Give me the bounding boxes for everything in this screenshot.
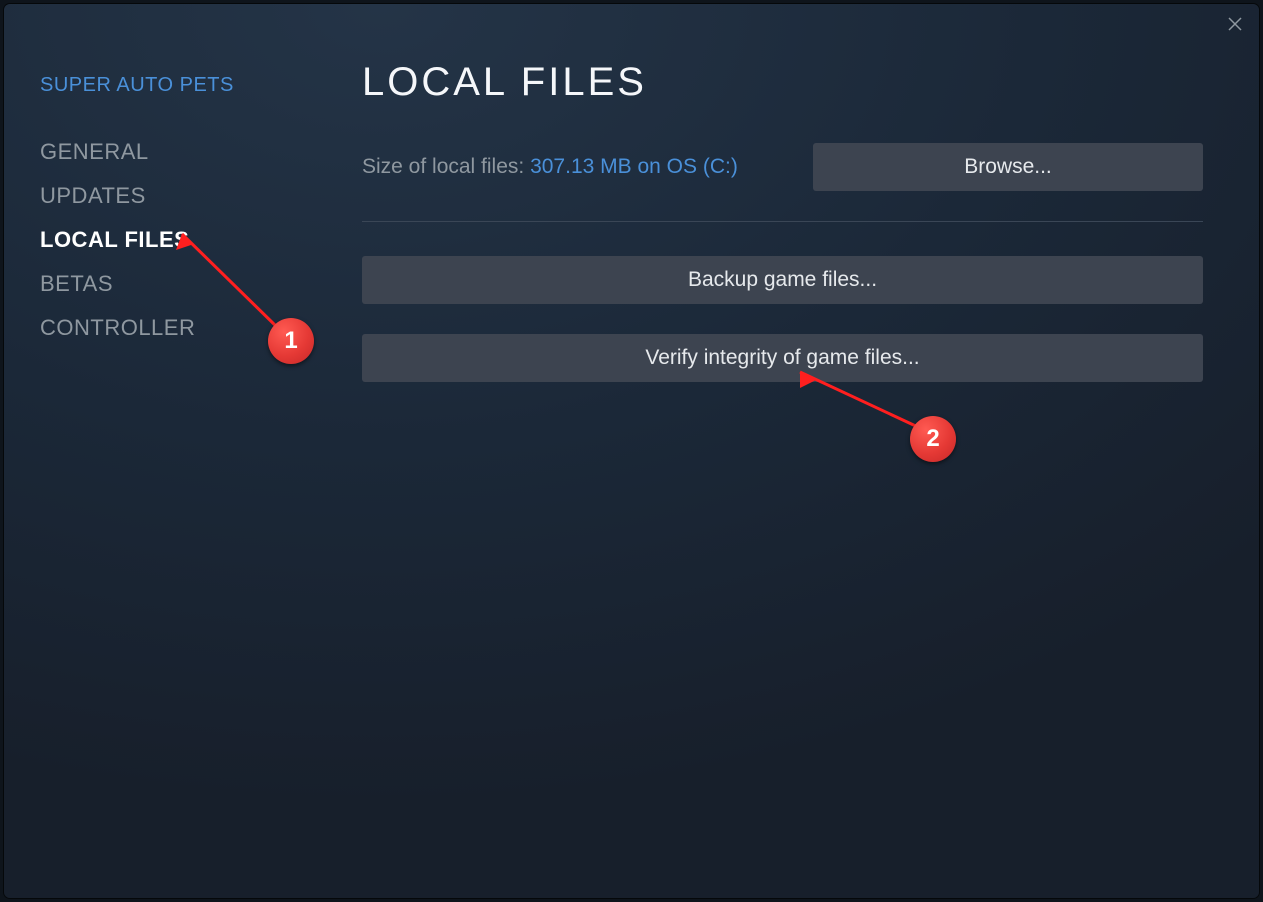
sidebar-item-updates[interactable]: UPDATES	[40, 183, 324, 209]
properties-dialog: SUPER AUTO PETS GENERAL UPDATES LOCAL FI…	[4, 4, 1259, 898]
close-icon	[1226, 15, 1244, 38]
size-label: Size of local files:	[362, 155, 530, 178]
divider	[362, 221, 1203, 222]
sidebar-item-local-files[interactable]: LOCAL FILES	[40, 227, 324, 253]
page-title: LOCAL FILES	[362, 60, 1203, 105]
sidebar-nav: GENERAL UPDATES LOCAL FILES BETAS CONTRO…	[40, 139, 324, 341]
close-button[interactable]	[1223, 14, 1247, 38]
verify-button[interactable]: Verify integrity of game files...	[362, 334, 1203, 382]
game-title: SUPER AUTO PETS	[40, 74, 324, 97]
backup-button[interactable]: Backup game files...	[362, 256, 1203, 304]
size-row: Size of local files: 307.13 MB on OS (C:…	[362, 143, 1203, 191]
sidebar-item-controller[interactable]: CONTROLLER	[40, 315, 324, 341]
sidebar: SUPER AUTO PETS GENERAL UPDATES LOCAL FI…	[4, 4, 324, 898]
sidebar-item-general[interactable]: GENERAL	[40, 139, 324, 165]
main-panel: LOCAL FILES Size of local files: 307.13 …	[324, 4, 1259, 898]
browse-button[interactable]: Browse...	[813, 143, 1203, 191]
size-line: Size of local files: 307.13 MB on OS (C:…	[362, 155, 738, 179]
sidebar-item-betas[interactable]: BETAS	[40, 271, 324, 297]
size-value-link[interactable]: 307.13 MB on OS (C:)	[530, 155, 738, 178]
